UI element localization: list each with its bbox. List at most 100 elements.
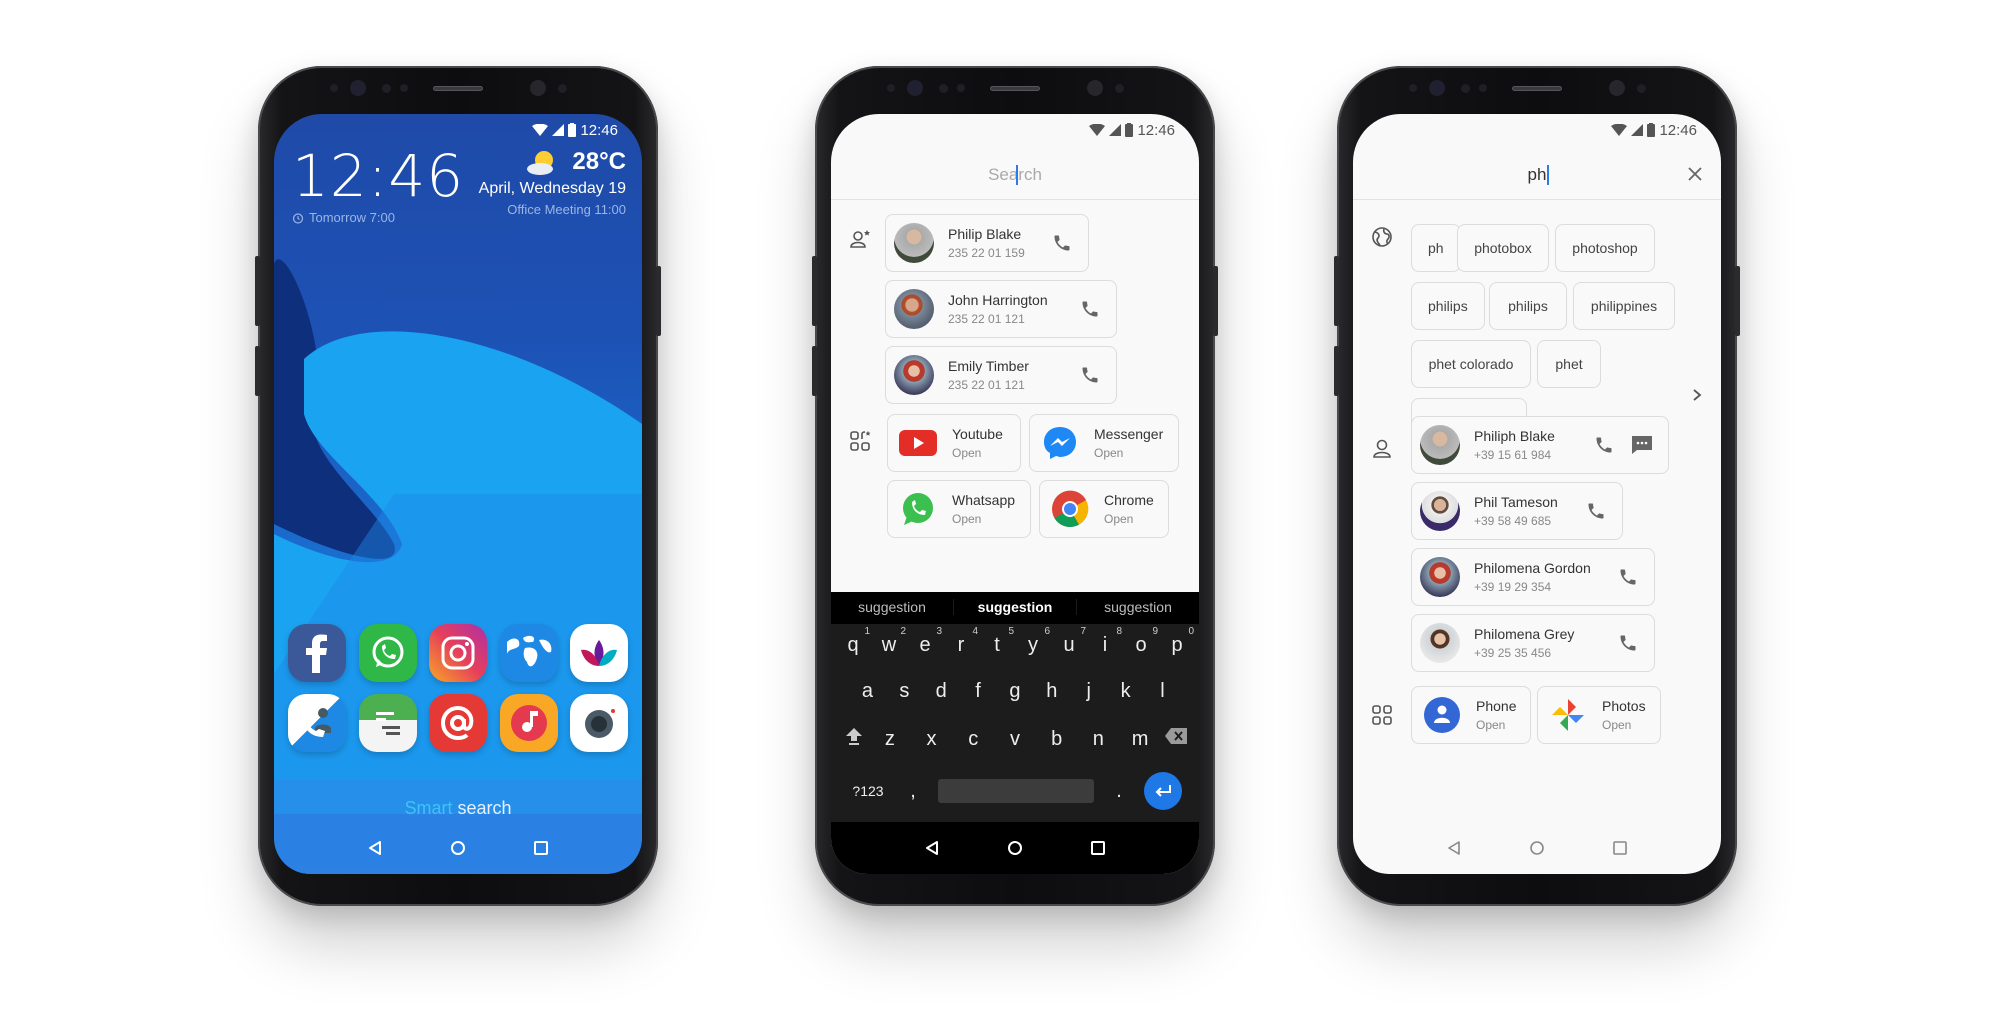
search-input[interactable] [1447,164,1627,185]
contact-card[interactable]: Philomena Grey +39 25 35 456 [1411,614,1655,672]
app-whatsapp[interactable] [358,624,417,682]
call-button[interactable] [1584,499,1608,523]
app-notes[interactable] [358,694,417,752]
app-music[interactable] [499,694,558,752]
key-m[interactable]: m [1125,728,1155,751]
key-b[interactable]: b [1042,728,1072,751]
app-phone[interactable] [288,694,346,752]
key-j[interactable]: j [1074,680,1104,703]
key-t[interactable]: t5 [982,626,1014,657]
call-button[interactable] [1078,363,1102,387]
suggestion-left[interactable]: suggestion [831,599,953,615]
suggestion-chip[interactable]: photoshop [1555,224,1655,272]
suggestion-chip[interactable]: photobox [1457,224,1549,272]
contact-card[interactable]: John Harrington 235 22 01 121 [885,280,1117,338]
key-q[interactable]: q1 [838,626,870,657]
recents-icon[interactable] [1090,840,1106,856]
contact-card[interactable]: Emily Timber 235 22 01 121 [885,346,1117,404]
contact-number: 235 22 01 121 [948,378,1025,392]
app-card-chrome[interactable]: Chrome Open [1039,480,1169,538]
contact-card[interactable]: Philip Blake 235 22 01 159 [885,214,1089,272]
app-dock-grid [288,624,628,752]
app-card-whatsapp[interactable]: Whatsapp Open [887,480,1031,538]
suggestion-chip[interactable]: phet [1537,340,1601,388]
contact-card[interactable]: Phil Tameson +39 58 49 685 [1411,482,1623,540]
app-instagram[interactable] [429,624,487,682]
call-button[interactable] [1592,433,1616,457]
key-c[interactable]: c [958,728,988,751]
backspace-key[interactable] [1161,727,1191,751]
home-icon[interactable] [1007,840,1023,856]
key-d[interactable]: d [926,680,956,703]
call-button[interactable] [1616,631,1640,655]
recents-icon[interactable] [533,840,549,856]
suggestion-center[interactable]: suggestion [953,599,1077,615]
key-w[interactable]: w2 [874,626,906,657]
key-s[interactable]: s [889,680,919,703]
navigation-bar [274,836,642,860]
key-y[interactable]: y6 [1018,626,1050,657]
call-button[interactable] [1078,297,1102,321]
key-k[interactable]: k [1111,680,1141,703]
key-r[interactable]: r4 [946,626,978,657]
suggestion-chip[interactable]: philips [1489,282,1567,330]
contact-card[interactable]: Philomena Gordon +39 19 29 354 [1411,548,1655,606]
key-p[interactable]: p0 [1162,626,1194,657]
weather-widget[interactable]: 28°C April, Wednesday 19 Office Meeting … [479,148,626,217]
key-n[interactable]: n [1083,728,1113,751]
home-icon[interactable] [1529,840,1545,856]
space-key[interactable] [938,779,1094,803]
enter-key[interactable] [1144,772,1182,810]
suggestion-right[interactable]: suggestion [1077,599,1199,615]
message-button[interactable] [1630,433,1654,457]
app-card-phone[interactable]: Phone Open [1411,686,1531,744]
more-suggestions-button[interactable] [1691,388,1703,407]
comma-key[interactable]: , [898,780,928,803]
phone-icon [1054,235,1070,251]
back-icon[interactable] [1446,840,1462,856]
period-key[interactable]: . [1104,780,1134,803]
app-browser[interactable] [499,624,558,682]
app-card-youtube[interactable]: Youtube Open [887,414,1021,472]
symbols-key[interactable]: ?123 [848,783,888,799]
suggestion-chip[interactable]: philippines [1573,282,1675,330]
key-h[interactable]: h [1037,680,1067,703]
contact-card[interactable]: Philiph Blake +39 15 61 984 [1411,416,1669,474]
key-x[interactable]: x [917,728,947,751]
smart-search-label[interactable]: Smart search [274,798,642,819]
key-a[interactable]: a [852,680,882,703]
key-i[interactable]: i8 [1090,626,1122,657]
recents-icon[interactable] [1612,840,1628,856]
app-card-messenger[interactable]: Messenger Open [1029,414,1179,472]
key-f[interactable]: f [963,680,993,703]
call-button[interactable] [1050,231,1074,255]
key-z[interactable]: z [875,728,905,751]
key-u[interactable]: u7 [1054,626,1086,657]
key-l[interactable]: l [1147,680,1177,703]
key-label: p [1171,634,1183,656]
app-camera[interactable] [570,694,628,752]
clock-widget[interactable]: 12:46 [292,142,464,210]
shift-key[interactable] [839,726,869,752]
app-facebook[interactable] [288,624,346,682]
app-email[interactable] [429,694,487,752]
back-icon[interactable] [367,840,383,856]
suggestion-chip[interactable]: philips [1411,282,1485,330]
next-alarm[interactable]: Tomorrow 7:00 [292,210,395,225]
key-g[interactable]: g [1000,680,1030,703]
call-button[interactable] [1616,565,1640,589]
globe-icon [506,635,551,667]
sensor-dot [957,84,965,92]
search-input[interactable] [925,164,1105,185]
app-lotus[interactable] [570,624,628,682]
clear-search-button[interactable] [1685,164,1705,189]
back-icon[interactable] [924,840,940,856]
key-e[interactable]: e3 [910,626,942,657]
key-v[interactable]: v [1000,728,1030,751]
app-card-photos[interactable]: Photos Open [1537,686,1661,744]
home-icon[interactable] [450,840,466,856]
suggestion-chip[interactable]: ph [1411,224,1461,272]
key-o[interactable]: o9 [1126,626,1158,657]
sensor-dot [939,84,948,93]
suggestion-chip[interactable]: phet colorado [1411,340,1531,388]
